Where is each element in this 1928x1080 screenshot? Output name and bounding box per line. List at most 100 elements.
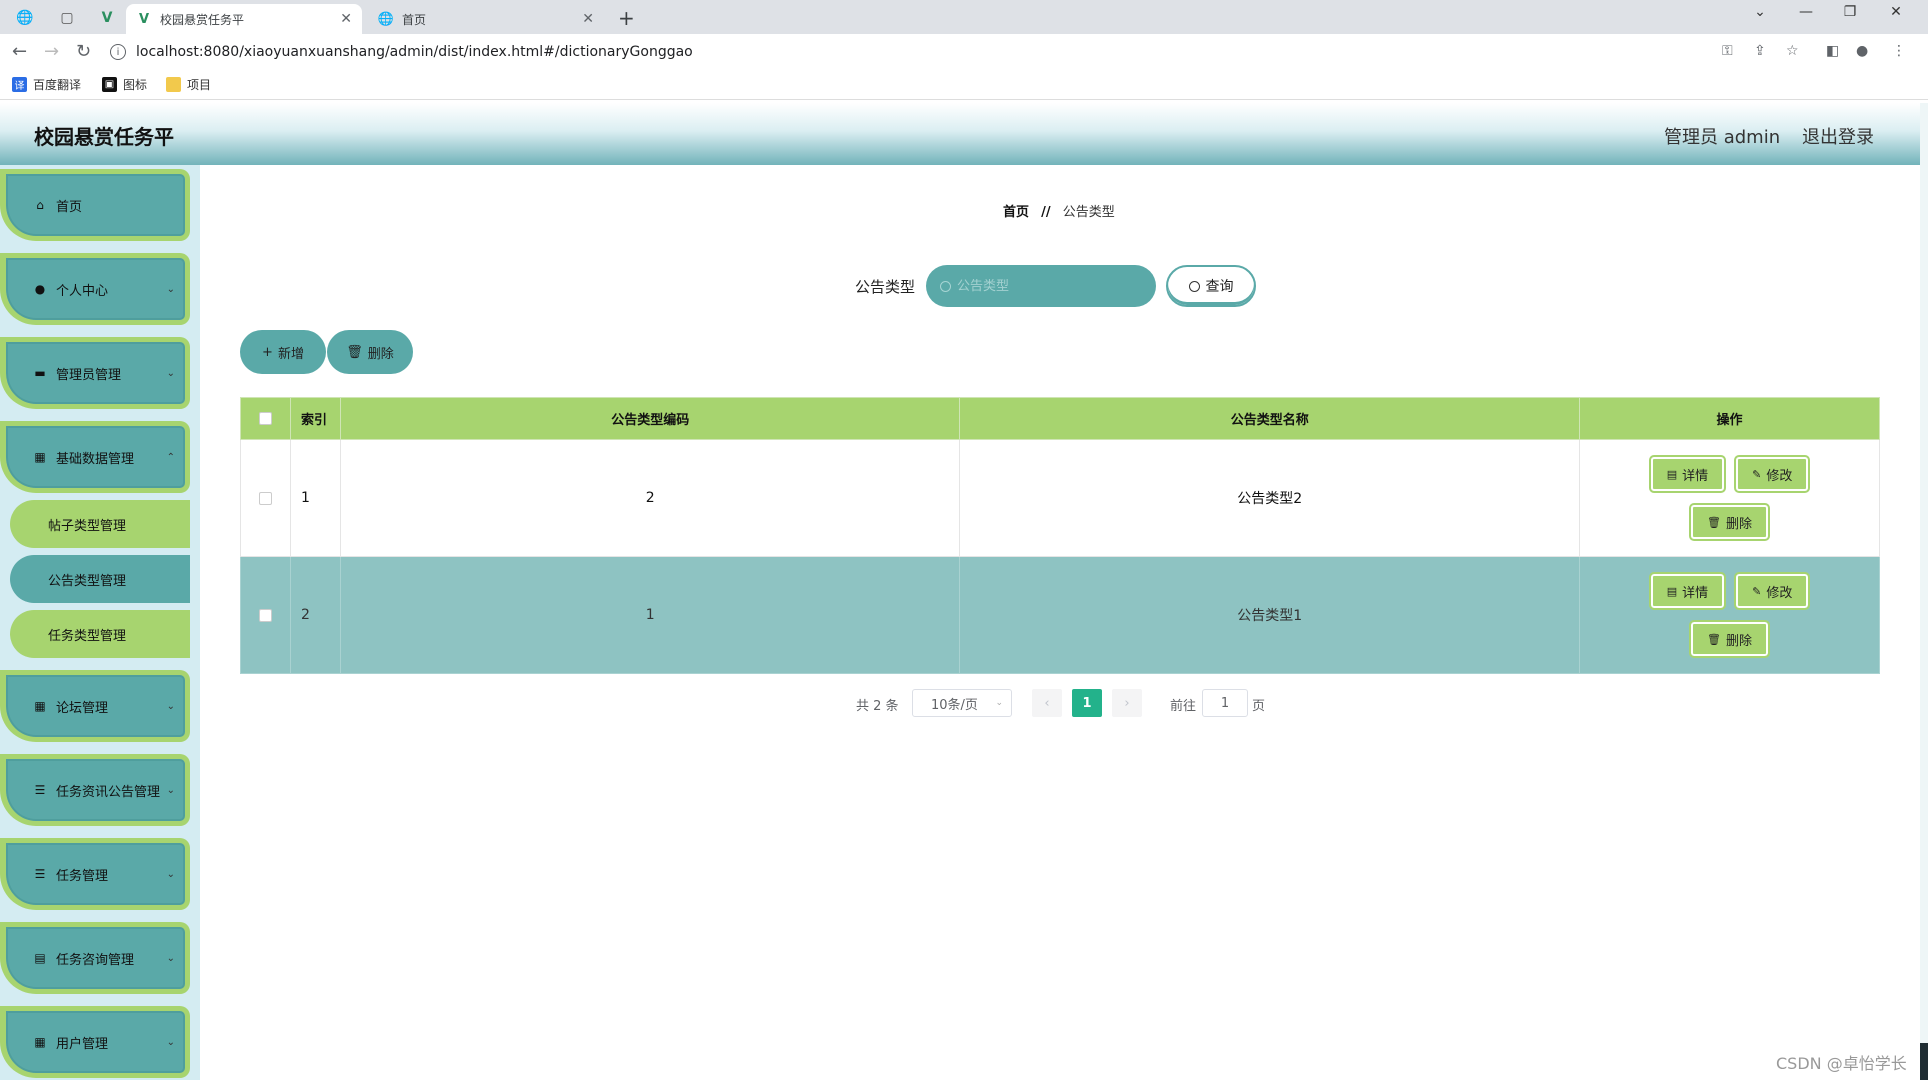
select-all-checkbox[interactable] — [258, 412, 272, 425]
search-input[interactable] — [957, 278, 1137, 294]
star-icon[interactable]: ☆ — [1786, 43, 1799, 59]
search-label: 公告类型 — [855, 278, 916, 296]
cell-index: 1 — [289, 439, 341, 557]
chevron-down-icon: ⌄ — [166, 700, 175, 712]
goto-page-input[interactable]: 1 — [1202, 689, 1248, 717]
add-button[interactable]: + 新增 — [240, 330, 326, 374]
user-icon: ● — [34, 282, 46, 296]
sidebar-item-basedata[interactable]: ▦ 基础数据管理 ⌃ — [0, 421, 190, 493]
sidebar-subitem-task-types[interactable]: 任务类型管理 — [10, 610, 190, 658]
share-icon[interactable]: ⇪ — [1754, 43, 1766, 59]
detail-button[interactable]: ▤ 详情 — [1648, 455, 1727, 493]
pagination-total: 共 2 条 — [856, 699, 899, 714]
window-close-icon[interactable]: ✕ — [1876, 4, 1916, 20]
sidepanel-icon[interactable]: ◧ — [1826, 43, 1839, 59]
delete-button[interactable]: 🗑 删除 — [327, 330, 413, 374]
row-delete-button[interactable]: 🗑 删除 — [1689, 503, 1770, 541]
list-icon: ☰ — [34, 867, 46, 881]
sidebar-item-forum[interactable]: ▦ 论坛管理 ⌄ — [0, 670, 190, 742]
chevron-down-icon: ⌄ — [166, 1036, 175, 1048]
sidebar-item-home[interactable]: ⌂ 首页 — [0, 169, 190, 241]
search-icon — [940, 280, 951, 292]
page-unit-label: 页 — [1252, 699, 1266, 714]
row-checkbox[interactable] — [258, 491, 272, 505]
table-header-row: 索引 公告类型编码 公告类型名称 操作 — [240, 397, 1880, 440]
tab-title: 校园悬赏任务平 — [160, 12, 245, 27]
scrollbar-thumb[interactable] — [1920, 1043, 1928, 1080]
column-header-ops: 操作 — [1579, 397, 1880, 440]
sidebar-subitem-post-types[interactable]: 帖子类型管理 — [10, 500, 190, 548]
sidebar-item-task-news[interactable]: ☰ 任务资讯公告管理 ⌄ — [0, 754, 190, 826]
query-button[interactable]: 查询 — [1166, 265, 1256, 307]
logout-link[interactable]: 退出登录 — [1802, 123, 1874, 149]
key-icon[interactable]: ⚿ — [1722, 43, 1733, 59]
scrollbar[interactable] — [1920, 103, 1928, 1080]
row-select-cell — [240, 439, 291, 557]
row-delete-button[interactable]: 🗑 删除 — [1689, 620, 1770, 658]
home-icon: ⌂ — [36, 198, 44, 212]
sidebar-item-admins[interactable]: ▬ 管理员管理 ⌄ — [0, 337, 190, 409]
close-icon[interactable]: ✕ — [582, 11, 594, 27]
globe-icon[interactable]: 🌐 — [14, 7, 36, 29]
close-icon[interactable]: ✕ — [340, 11, 352, 27]
document-icon: ▤ — [1666, 584, 1678, 598]
chevron-down-icon[interactable]: ⌄ — [1740, 4, 1780, 20]
table-row: 1 2 公告类型2 ▤ 详情 ✎ 修改 🗑 删除 — [240, 439, 1880, 557]
vue-icon[interactable]: V — [96, 7, 118, 29]
globe-icon: 🌐 — [377, 11, 395, 27]
chevron-up-icon: ⌃ — [166, 451, 175, 463]
sidebar-item-tasks[interactable]: ☰ 任务管理 ⌄ — [0, 838, 190, 910]
detail-button[interactable]: ▤ 详情 — [1648, 572, 1727, 610]
back-arrow-icon[interactable]: ← — [12, 41, 27, 62]
row-select-cell — [240, 556, 291, 674]
user-label: 管理员 admin — [1664, 127, 1781, 148]
image-icon: ▣ — [102, 77, 117, 92]
next-page-button[interactable]: › — [1112, 689, 1142, 717]
watermark: CSDN @卓怡学长 — [1776, 1054, 1907, 1073]
prev-page-button[interactable]: ‹ — [1032, 689, 1062, 717]
blank-page-icon[interactable]: ▢ — [56, 7, 78, 29]
breadcrumb-current: 公告类型 — [1062, 205, 1115, 220]
edit-button[interactable]: ✎ 修改 — [1734, 572, 1811, 610]
table-row: 2 1 公告类型1 ▤ 详情 ✎ 修改 🗑 删除 — [240, 556, 1880, 674]
row-checkbox[interactable] — [258, 608, 272, 622]
column-header-name: 公告类型名称 — [959, 397, 1581, 440]
forward-arrow-icon[interactable]: → — [44, 41, 59, 62]
profile-icon[interactable]: ● — [1856, 43, 1868, 59]
sidebar-item-task-consult[interactable]: ▤ 任务咨询管理 ⌄ — [0, 922, 190, 994]
trash-icon: 🗑 — [1707, 632, 1721, 646]
search-field[interactable] — [926, 265, 1156, 307]
sidebar-item-users[interactable]: ▦ 用户管理 ⌄ — [0, 1006, 190, 1078]
bookmark-translate[interactable]: 译 百度翻译 — [12, 76, 81, 93]
cell-index: 2 — [289, 556, 341, 674]
page-number-button[interactable]: 1 — [1072, 689, 1102, 717]
restore-icon[interactable]: ❐ — [1830, 4, 1870, 20]
vue-icon: V — [138, 11, 150, 27]
column-header-index: 索引 — [289, 397, 341, 440]
tab-active[interactable]: V 校园悬赏任务平 ✕ — [126, 4, 362, 34]
reload-icon[interactable]: ↻ — [76, 41, 91, 62]
breadcrumb: 首页 // 公告类型 — [1003, 201, 1115, 220]
minimize-icon[interactable]: — — [1786, 4, 1826, 20]
more-icon[interactable]: ⋮ — [1892, 43, 1906, 59]
breadcrumb-home[interactable]: 首页 — [1003, 205, 1029, 220]
sidebar-item-profile[interactable]: ● 个人中心 ⌄ — [0, 253, 190, 325]
folder-icon — [166, 77, 181, 92]
page-size-select[interactable]: 10条/页 ⌄ — [912, 689, 1012, 717]
chat-icon: ▬ — [34, 366, 46, 380]
chevron-down-icon: ⌄ — [995, 698, 1003, 708]
app-title: 校园悬赏任务平 — [34, 125, 174, 149]
browser-tabstrip: 🌐 ▢ V V 校园悬赏任务平 ✕ 🌐 首页 ✕ + ⌄ — ❐ ✕ — [0, 0, 1928, 34]
new-tab-icon[interactable]: + — [618, 6, 635, 30]
edit-button[interactable]: ✎ 修改 — [1734, 455, 1811, 493]
bookmark-project[interactable]: 项目 — [166, 76, 211, 93]
bookmarks-bar: 译 百度翻译 ▣ 图标 项目 — [0, 70, 1928, 100]
translate-icon: 译 — [12, 77, 27, 92]
sidebar-subitem-notice-types[interactable]: 公告类型管理 — [10, 555, 190, 603]
browser-toolbar: ← → ↻ i localhost:8080/xiaoyuanxuanshang… — [0, 34, 1928, 70]
tab-home[interactable]: 🌐 首页 ✕ — [368, 4, 604, 34]
info-icon[interactable]: i — [110, 44, 126, 60]
trash-icon: 🗑 — [1707, 515, 1721, 529]
address-bar[interactable]: i localhost:8080/xiaoyuanxuanshang/admin… — [110, 38, 1810, 66]
bookmark-icons[interactable]: ▣ 图标 — [102, 76, 147, 93]
